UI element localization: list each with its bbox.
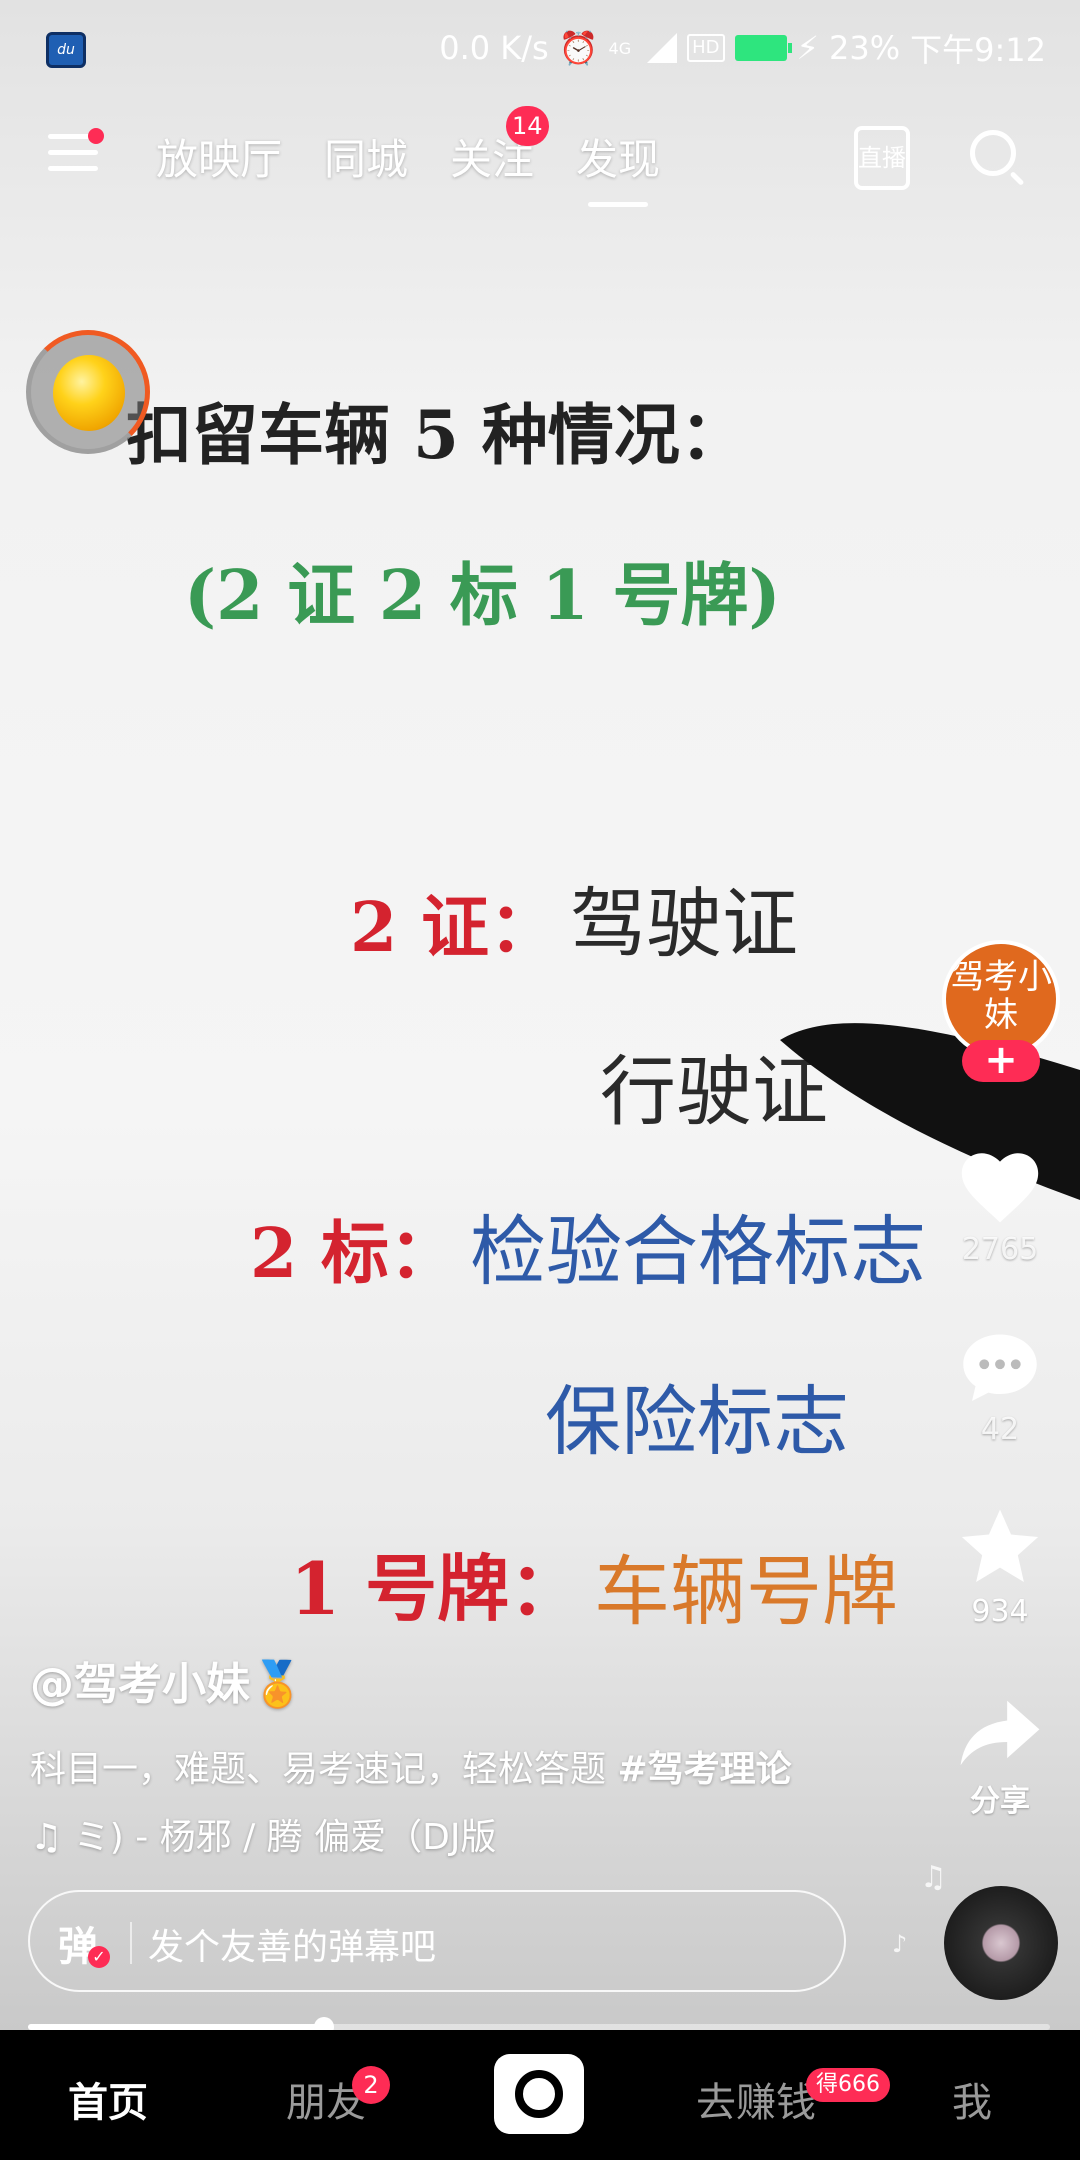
baidu-app-icon: du [46,32,86,68]
menu-notification-dot [88,128,104,144]
gold-coin-icon [53,355,125,431]
video-line1-prefix: 2 证： [350,888,557,968]
video-line3-value: 检验合格标志 [470,1207,926,1296]
danmaku-input[interactable]: 弹 ✓ 发个友善的弹幕吧 [28,1890,846,1992]
comment-button[interactable]: 42 [940,1326,1060,1447]
comment-count: 42 [980,1412,1020,1447]
bottom-nav: 首页 朋友 2 去赚钱 得666 我 [0,2030,1080,2160]
video-line5-value: 车辆号牌 [594,1547,898,1636]
caption-hashtag[interactable]: #驾考理论 [617,1749,791,1790]
video-line4-value: 保险标志 [545,1377,849,1466]
share-icon [960,1700,1040,1766]
like-count: 2765 [961,1232,1039,1267]
alarm-icon: ⏰ [558,29,599,67]
earn-badge: 得666 [806,2068,890,2102]
video-line5-prefix: 1 号牌： [290,1546,582,1631]
charging-icon: ⚡ [796,29,819,67]
live-icon[interactable]: 直播 [854,126,910,190]
danmaku-divider [130,1922,132,1964]
video-title: 扣留车辆 5 种情况： [126,396,746,474]
music-info[interactable]: ♫ ミ) - 杨邪 / 腾 偏爱（DJ版 [30,1808,496,1860]
status-bar: du 0.0 K/s ⏰ 4G HD ⚡ 23% 下午9:12 [0,0,1080,95]
network-speed: 0.0 K/s [439,29,549,67]
star-icon [961,1509,1039,1582]
nav-earn[interactable]: 去赚钱 [696,2070,816,2128]
tab-theater[interactable]: 放映厅 [156,126,282,187]
video-line3-prefix: 2 标： [250,1214,457,1294]
share-button[interactable]: 分享 [940,1696,1060,1820]
network-type: 4G [608,38,632,58]
signal-icon [641,33,678,63]
author-handle[interactable]: @驾考小妹🏅 [30,1648,305,1712]
music-note-icon: ♫ [920,1860,947,1895]
comment-icon [963,1334,1037,1401]
following-badge: 14 [506,106,549,146]
friends-badge: 2 [352,2066,390,2104]
battery-icon [734,35,792,61]
caption-text: 科目一，难题、易考速记，轻松答题 [30,1749,618,1790]
video-line1-value: 驾驶证 [570,879,798,968]
favorite-button[interactable]: 934 [940,1506,1060,1629]
music-disc-icon[interactable] [944,1886,1058,2000]
tab-nearby[interactable]: 同城 [324,126,408,187]
video-caption: 科目一，难题、易考速记，轻松答题 #驾考理论 [30,1740,792,1792]
top-nav: 放映厅 同城 关注 14 发现 直播 [0,106,1080,207]
favorite-count: 934 [971,1594,1029,1629]
heart-icon [961,1153,1039,1223]
danmaku-check-icon: ✓ [88,1946,110,1968]
nav-home[interactable]: 首页 [68,2070,148,2128]
search-icon[interactable] [970,130,1016,176]
tab-discover[interactable]: 发现 [576,126,660,207]
video-subtitle: (2 证 2 标 1 号牌) [184,556,781,636]
hd-icon: HD [687,34,725,62]
music-note-icon: ♪ [892,1930,908,1958]
clock: 下午9:12 [910,31,1046,69]
danmaku-placeholder: 发个友善的弹幕吧 [148,1927,437,1968]
share-label: 分享 [970,1784,1030,1819]
nav-me[interactable]: 我 [952,2070,992,2128]
like-button[interactable]: 2765 [940,1146,1060,1267]
coin-reward-widget[interactable] [26,330,150,454]
create-video-button[interactable] [494,2054,584,2134]
follow-button[interactable]: + [962,1040,1040,1082]
battery-percent: 23% [829,29,901,67]
